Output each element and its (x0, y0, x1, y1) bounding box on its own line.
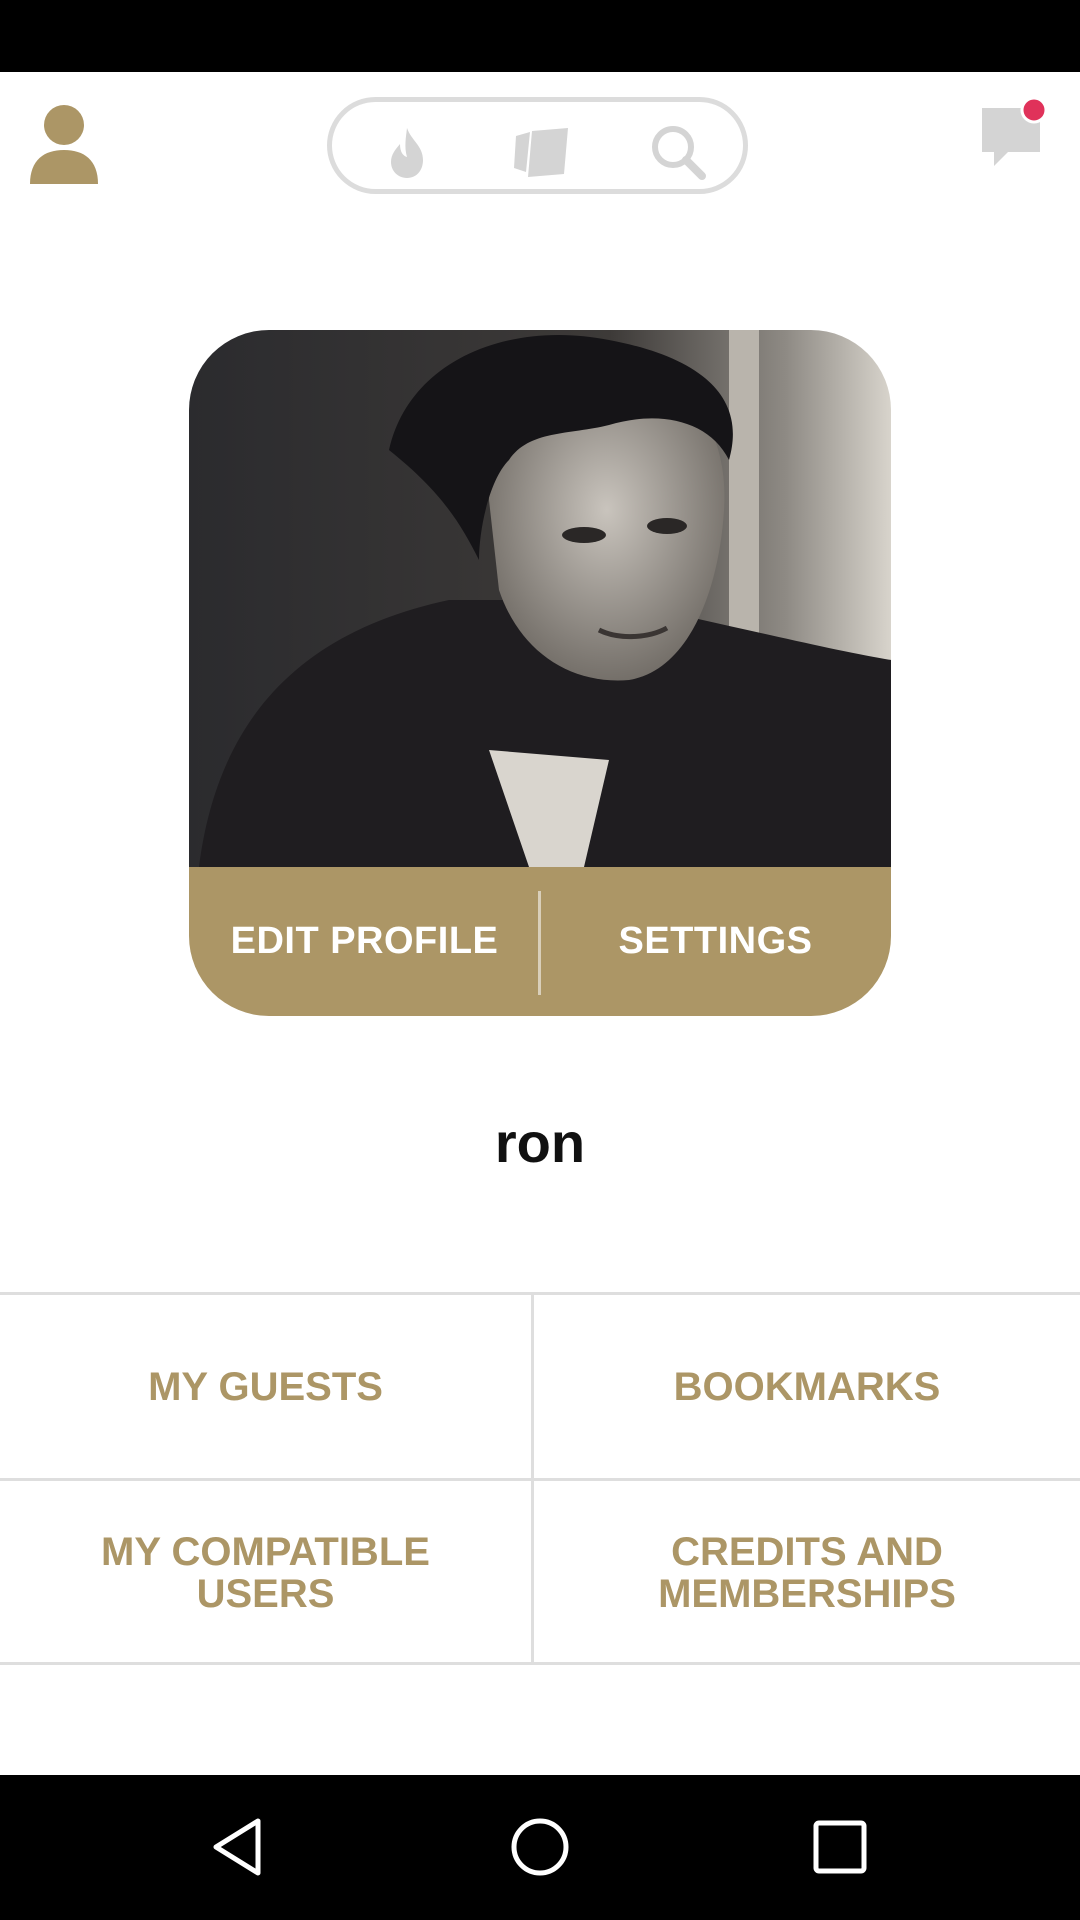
profile-button[interactable] (28, 104, 100, 184)
profile-card: EDIT PROFILE SETTINGS (189, 330, 891, 1016)
cards-icon[interactable] (512, 122, 572, 182)
home-icon[interactable] (508, 1815, 572, 1879)
card-divider (538, 891, 541, 995)
menu-divider (0, 1478, 1080, 1481)
edit-profile-button[interactable]: EDIT PROFILE (189, 867, 540, 1016)
credits-and-memberships-button[interactable]: CREDITS AND MEMBERSHIPS (534, 1481, 1080, 1664)
menu-divider (531, 1295, 534, 1664)
card-actions: EDIT PROFILE SETTINGS (189, 867, 891, 1016)
back-icon[interactable] (208, 1815, 272, 1879)
status-bar (0, 0, 1080, 72)
settings-button[interactable]: SETTINGS (540, 867, 891, 1016)
unread-badge-icon (1020, 96, 1048, 124)
top-bar (0, 72, 1080, 222)
flame-icon[interactable] (377, 122, 437, 182)
menu-grid: MY GUESTS BOOKMARKS MY COMPATIBLE USERS … (0, 1292, 1080, 1665)
bookmarks-label: BOOKMARKS (673, 1364, 941, 1409)
my-guests-button[interactable]: MY GUESTS (0, 1295, 531, 1478)
messages-button[interactable] (978, 96, 1048, 174)
my-compatible-users-label: MY COMPATIBLE USERS (101, 1529, 430, 1616)
search-icon[interactable] (648, 122, 708, 182)
my-compatible-users-button[interactable]: MY COMPATIBLE USERS (0, 1481, 531, 1664)
person-icon (30, 105, 98, 184)
credits-and-memberships-label: CREDITS AND MEMBERSHIPS (658, 1529, 956, 1616)
bookmarks-button[interactable]: BOOKMARKS (534, 1295, 1080, 1478)
system-nav-bar (0, 1775, 1080, 1920)
profile-photo[interactable] (189, 330, 891, 867)
recents-icon[interactable] (808, 1815, 872, 1879)
mode-switch (327, 97, 748, 194)
menu-divider (0, 1662, 1080, 1665)
user-name: ron (494, 1111, 586, 1174)
my-guests-label: MY GUESTS (148, 1364, 383, 1409)
